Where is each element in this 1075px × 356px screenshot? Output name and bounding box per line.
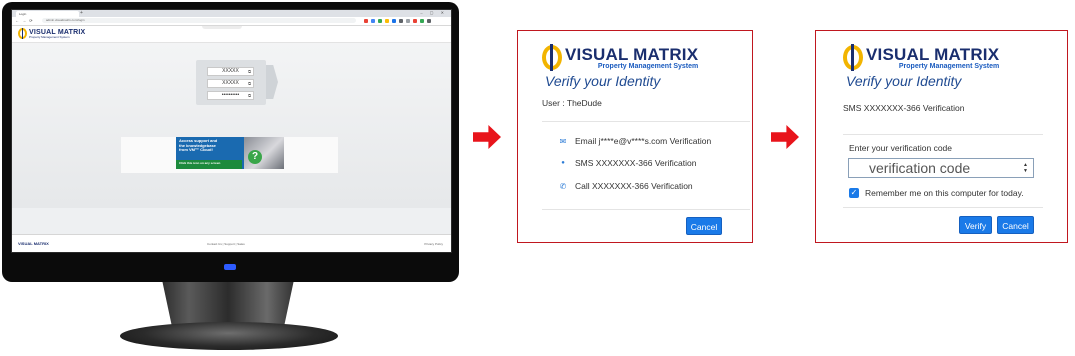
verify-identity-dialog: VISUAL MATRIX Property Management System… [517, 30, 753, 243]
option-sms-verification[interactable]: ● SMS XXXXXXX-366 Verification [558, 158, 696, 168]
password-field[interactable]: •••••••••• ⧉ [207, 91, 254, 100]
flow-arrow-right-icon [771, 125, 799, 149]
browser-extension-icon[interactable] [378, 19, 382, 23]
spinner-arrows-icon[interactable]: ▲ ▼ [1023, 162, 1028, 174]
logo-icon [843, 44, 863, 71]
browser-extension-icon[interactable] [399, 19, 403, 23]
verification-code-dialog: VISUAL MATRIX Property Management System… [815, 30, 1068, 243]
divider [843, 134, 1043, 135]
option-label: Call XXXXXXX-366 Verification [575, 181, 693, 191]
remember-me-checkbox[interactable]: ✓ [849, 188, 859, 198]
dialog-logo: VISUAL MATRIX Property Management System [542, 44, 699, 71]
browser-extension-icon[interactable] [427, 19, 431, 23]
footer-privacy-link[interactable]: Privacy Policy [424, 242, 443, 246]
user-line: User : TheDude [542, 98, 602, 108]
flow-arrow-right-icon [473, 125, 501, 149]
login-panel: XXXXX ⧉ XXXXX ⧉ •••••••••• ⧉ [196, 60, 278, 105]
remember-me-label: Remember me on this computer for today. [865, 188, 1024, 198]
logo-tagline: Property Management System [898, 62, 1000, 70]
phone-icon: ✆ [559, 181, 567, 191]
support-banner-ad[interactable]: Access support and the knowledgebase fro… [176, 137, 284, 169]
monitor-stand-neck [162, 282, 294, 326]
code-field-label: Enter your verification code [849, 143, 952, 153]
logo-brand: VISUAL MATRIX [866, 44, 1000, 64]
site-header: VISUAL MATRIX Property Management System [12, 26, 451, 43]
monitor-screen: Login + – ▢ ✕ ← → ⟳ admin.visualmatrix.c… [11, 9, 452, 253]
divider [542, 121, 750, 122]
password-icon: ⧉ [248, 93, 251, 98]
login-submit-arrow[interactable] [266, 65, 278, 99]
option-label: Email j****e@v****s.com Verification [575, 136, 712, 146]
property-icon: ⧉ [248, 81, 251, 86]
header-pull-tab[interactable] [202, 26, 242, 29]
divider [542, 209, 750, 210]
footer-logo: VISUAL MATRIX [18, 241, 49, 246]
site-logo: VISUAL MATRIX Property Management System [18, 28, 85, 39]
power-led [224, 264, 236, 270]
browser-toolbar: ← → ⟳ admin.visualmatrix.com/login [12, 17, 451, 26]
option-label: SMS XXXXXXX-366 Verification [575, 158, 697, 168]
verification-code-field[interactable]: ▲ ▼ [848, 158, 1034, 178]
browser-extension-icon[interactable] [392, 19, 396, 23]
envelope-icon: ✉ [559, 136, 567, 146]
verify-button[interactable]: Verify [959, 216, 992, 234]
verification-method-line: SMS XXXXXXX-366 Verification [843, 103, 965, 113]
dialog-title: Verify your Identity [846, 73, 962, 89]
browser-extension-icon[interactable] [406, 19, 410, 23]
property-field[interactable]: XXXXX ⧉ [207, 79, 254, 88]
dialog-title: Verify your Identity [545, 73, 661, 89]
new-tab-button[interactable]: + [80, 10, 83, 16]
dialog-logo: VISUAL MATRIX Property Management System [843, 44, 1000, 71]
browser-extension-icon[interactable] [413, 19, 417, 23]
cancel-button[interactable]: Cancel [997, 216, 1034, 234]
verification-code-input[interactable] [849, 159, 1029, 177]
divider [843, 207, 1043, 208]
cancel-button[interactable]: Cancel [686, 217, 722, 235]
monitor-stand-base [120, 322, 338, 350]
logo-icon [18, 28, 27, 39]
monitor-bezel: Login + – ▢ ✕ ← → ⟳ admin.visualmatrix.c… [2, 2, 459, 282]
site-footer: VISUAL MATRIX Contact Us | Support | Sal… [12, 234, 451, 252]
address-bar[interactable]: admin.visualmatrix.com/login [42, 18, 356, 23]
banner-cta: Click this icon on any screen [179, 161, 221, 165]
logo-tagline: Property Management System [29, 34, 70, 39]
help-question-icon[interactable]: ? [248, 150, 262, 164]
user-icon: ⧉ [248, 69, 251, 74]
window-controls[interactable]: – ▢ ✕ [420, 10, 447, 15]
browser-extension-icon[interactable] [371, 19, 375, 23]
logo-brand: VISUAL MATRIX [565, 44, 699, 64]
username-field[interactable]: XXXXX ⧉ [207, 67, 254, 76]
browser-tab-bar: Login + – ▢ ✕ [12, 10, 451, 17]
extension-icons[interactable] [364, 19, 431, 23]
option-email-verification[interactable]: ✉ Email j****e@v****s.com Verification [558, 136, 712, 146]
site-body: XXXXX ⧉ XXXXX ⧉ •••••••••• ⧉ Access supp… [12, 43, 451, 208]
browser-extension-icon[interactable] [364, 19, 368, 23]
chat-bubble-icon: ● [561, 160, 565, 166]
option-call-verification[interactable]: ✆ Call XXXXXXX-366 Verification [558, 181, 693, 191]
support-banner: Access support and the knowledgebase fro… [121, 137, 338, 173]
browser-extension-icon[interactable] [385, 19, 389, 23]
browser-extension-icon[interactable] [420, 19, 424, 23]
footer-links[interactable]: Contact Us | Support | Sales [207, 242, 245, 246]
logo-tagline: Property Management System [597, 62, 699, 70]
browser-nav-buttons[interactable]: ← → ⟳ [15, 18, 34, 23]
logo-icon [542, 44, 562, 71]
banner-text: Access support and the knowledgebase fro… [179, 138, 218, 153]
